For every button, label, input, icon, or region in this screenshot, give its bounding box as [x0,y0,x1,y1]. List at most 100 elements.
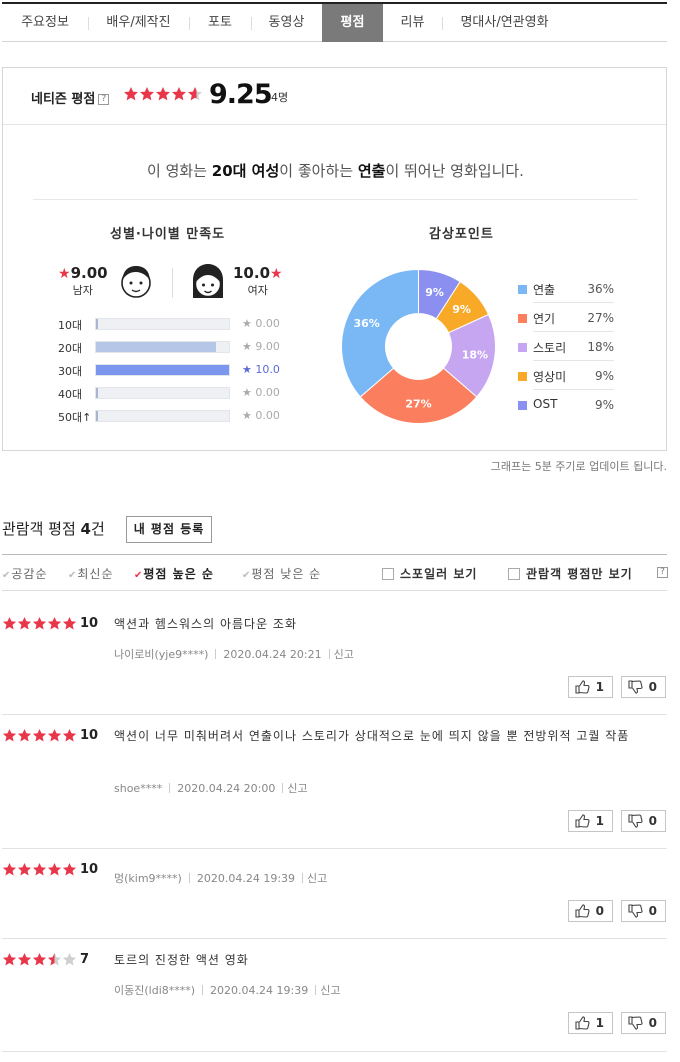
review-text: 액션과 헴스워스의 아름다운 조화 [114,617,298,631]
review-user[interactable]: 멍(kim9****) [114,872,182,885]
star-icon [32,616,47,630]
dislike-button[interactable]: 0 [621,676,666,698]
sort-low-score[interactable]: ✔평점 낮은 순 [242,565,321,582]
review-user[interactable]: 이동진(ldi8****) [114,984,195,997]
report-link[interactable]: 신고 [320,984,340,997]
netizen-score: 9.25 [209,79,273,110]
review-score: 7 [80,952,90,967]
donut-label: 36% [353,317,379,330]
age-bar-track [95,341,230,353]
donut-label: 27% [405,398,431,411]
review-score: 10 [80,616,99,631]
star-icon [62,952,77,966]
star-icon [156,87,170,101]
like-button[interactable]: 1 [568,676,613,698]
donut-label: 9% [425,286,444,299]
check-icon: ✔ [242,570,252,581]
tab-photo[interactable]: 포토 [189,4,251,42]
help-icon[interactable]: ? [657,567,668,578]
tab-cast-crew[interactable]: 배우/제작진 [88,4,189,42]
age-label: 50대↑ [58,411,92,424]
like-button[interactable]: 0 [568,900,613,922]
review-date: 2020.04.24 20:21 [223,648,322,661]
star-icon: ★ [58,266,71,282]
tab-main-info[interactable]: 주요정보 [2,4,88,42]
report-link[interactable]: 신고 [307,872,327,885]
donut-label: 18% [462,349,488,362]
star-icon [188,87,202,101]
audience-only-checkbox[interactable]: 관람객 평점만 보기 [508,565,633,582]
register-rating-button[interactable]: 내 평점 등록 [126,516,212,543]
star-icon: ★ [270,266,283,282]
star-icon [2,862,17,876]
age-bar-fill [96,365,229,375]
age-score: ★ 0.00 [242,409,280,422]
help-icon[interactable]: ? [98,94,110,105]
legend-label: 영상미 [533,370,567,384]
update-note: 그래프는 5분 주기로 업데이트 됩니다. [490,460,667,473]
netizen-rating-label: 네티즌 평점? [31,88,110,107]
demographics-title: 성별·나이별 만족도 [110,227,226,242]
age-row: 40대 ★ 0.00 [58,386,288,401]
legend-swatch [518,401,527,410]
like-button[interactable]: 1 [568,810,613,832]
dislike-count: 0 [648,904,657,918]
tab-video[interactable]: 동영상 [251,4,322,42]
sort-high-score[interactable]: ✔평점 높은 순 [134,565,214,582]
legend-swatch [518,314,527,323]
review-star-rating [2,952,77,967]
spoiler-checkbox[interactable]: 스포일러 보기 [382,565,477,582]
check-icon: ✔ [134,570,144,581]
legend-label: 스토리 [533,341,567,355]
star-icon [62,616,77,630]
star-icon: ★ [242,363,252,376]
review-meta: 나이로비(yje9****) 2020.04.24 20:21 신고 [114,646,354,662]
legend-divider [533,302,614,303]
star-icon [47,952,62,966]
tab-rating[interactable]: 평점 [322,4,383,42]
like-count: 1 [595,814,604,828]
age-label: 30대 [58,365,83,378]
star-icon [172,87,186,101]
thumbs-down-icon [628,680,643,694]
review-item: 10 액션과 헴스워스의 아름다운 조화나이로비(yje9****) 2020.04… [2,616,667,715]
netizen-count: 4명 [271,91,289,104]
thumbs-down-icon [628,904,643,918]
thumbs-up-icon [575,904,590,918]
review-user[interactable]: shoe**** [114,782,162,795]
sort-sympathy[interactable]: ✔공감순 [2,565,48,582]
star-icon: ★ [242,340,252,353]
dislike-button[interactable]: 0 [621,1012,666,1034]
legend-item: 연기 27% [518,309,614,331]
meta-divider [188,873,190,883]
report-link[interactable]: 신고 [287,782,307,795]
star-icon [32,728,47,742]
dislike-button[interactable]: 0 [621,900,666,922]
sort-bar: ✔공감순 ✔최신순 ✔평점 높은 순 ✔평점 낮은 순 스포일러 보기 관람객 … [2,554,668,591]
star-icon [32,952,47,966]
star-icon [2,616,17,630]
review-item: 10 멍(kim9****) 2020.04.24 19:39 신고 0 0 [2,862,667,939]
tab-review[interactable]: 리뷰 [383,4,442,42]
star-icon [47,728,62,742]
age-row: 10대 ★ 0.00 [58,317,288,332]
meta-divider [328,649,330,659]
age-score: ★ 10.0 [242,363,280,376]
review-user[interactable]: 나이로비(yje9****) [114,648,208,661]
age-label: 20대 [58,342,83,355]
age-score: ★ 0.00 [242,386,280,399]
sort-latest[interactable]: ✔최신순 [68,565,114,582]
star-icon: ★ [242,317,252,330]
star-icon [47,862,62,876]
thumbs-up-icon [575,680,590,694]
check-icon: ✔ [2,570,12,581]
legend-value: 9% [594,369,614,383]
tab-quotes-related[interactable]: 명대사/연관영화 [442,4,567,42]
like-button[interactable]: 1 [568,1012,613,1034]
legend-value: 9% [594,398,614,412]
report-link[interactable]: 신고 [334,648,354,661]
checkbox-icon [382,568,394,580]
star-icon [47,616,62,630]
donut-label: 9% [452,303,471,316]
dislike-button[interactable]: 0 [621,810,666,832]
